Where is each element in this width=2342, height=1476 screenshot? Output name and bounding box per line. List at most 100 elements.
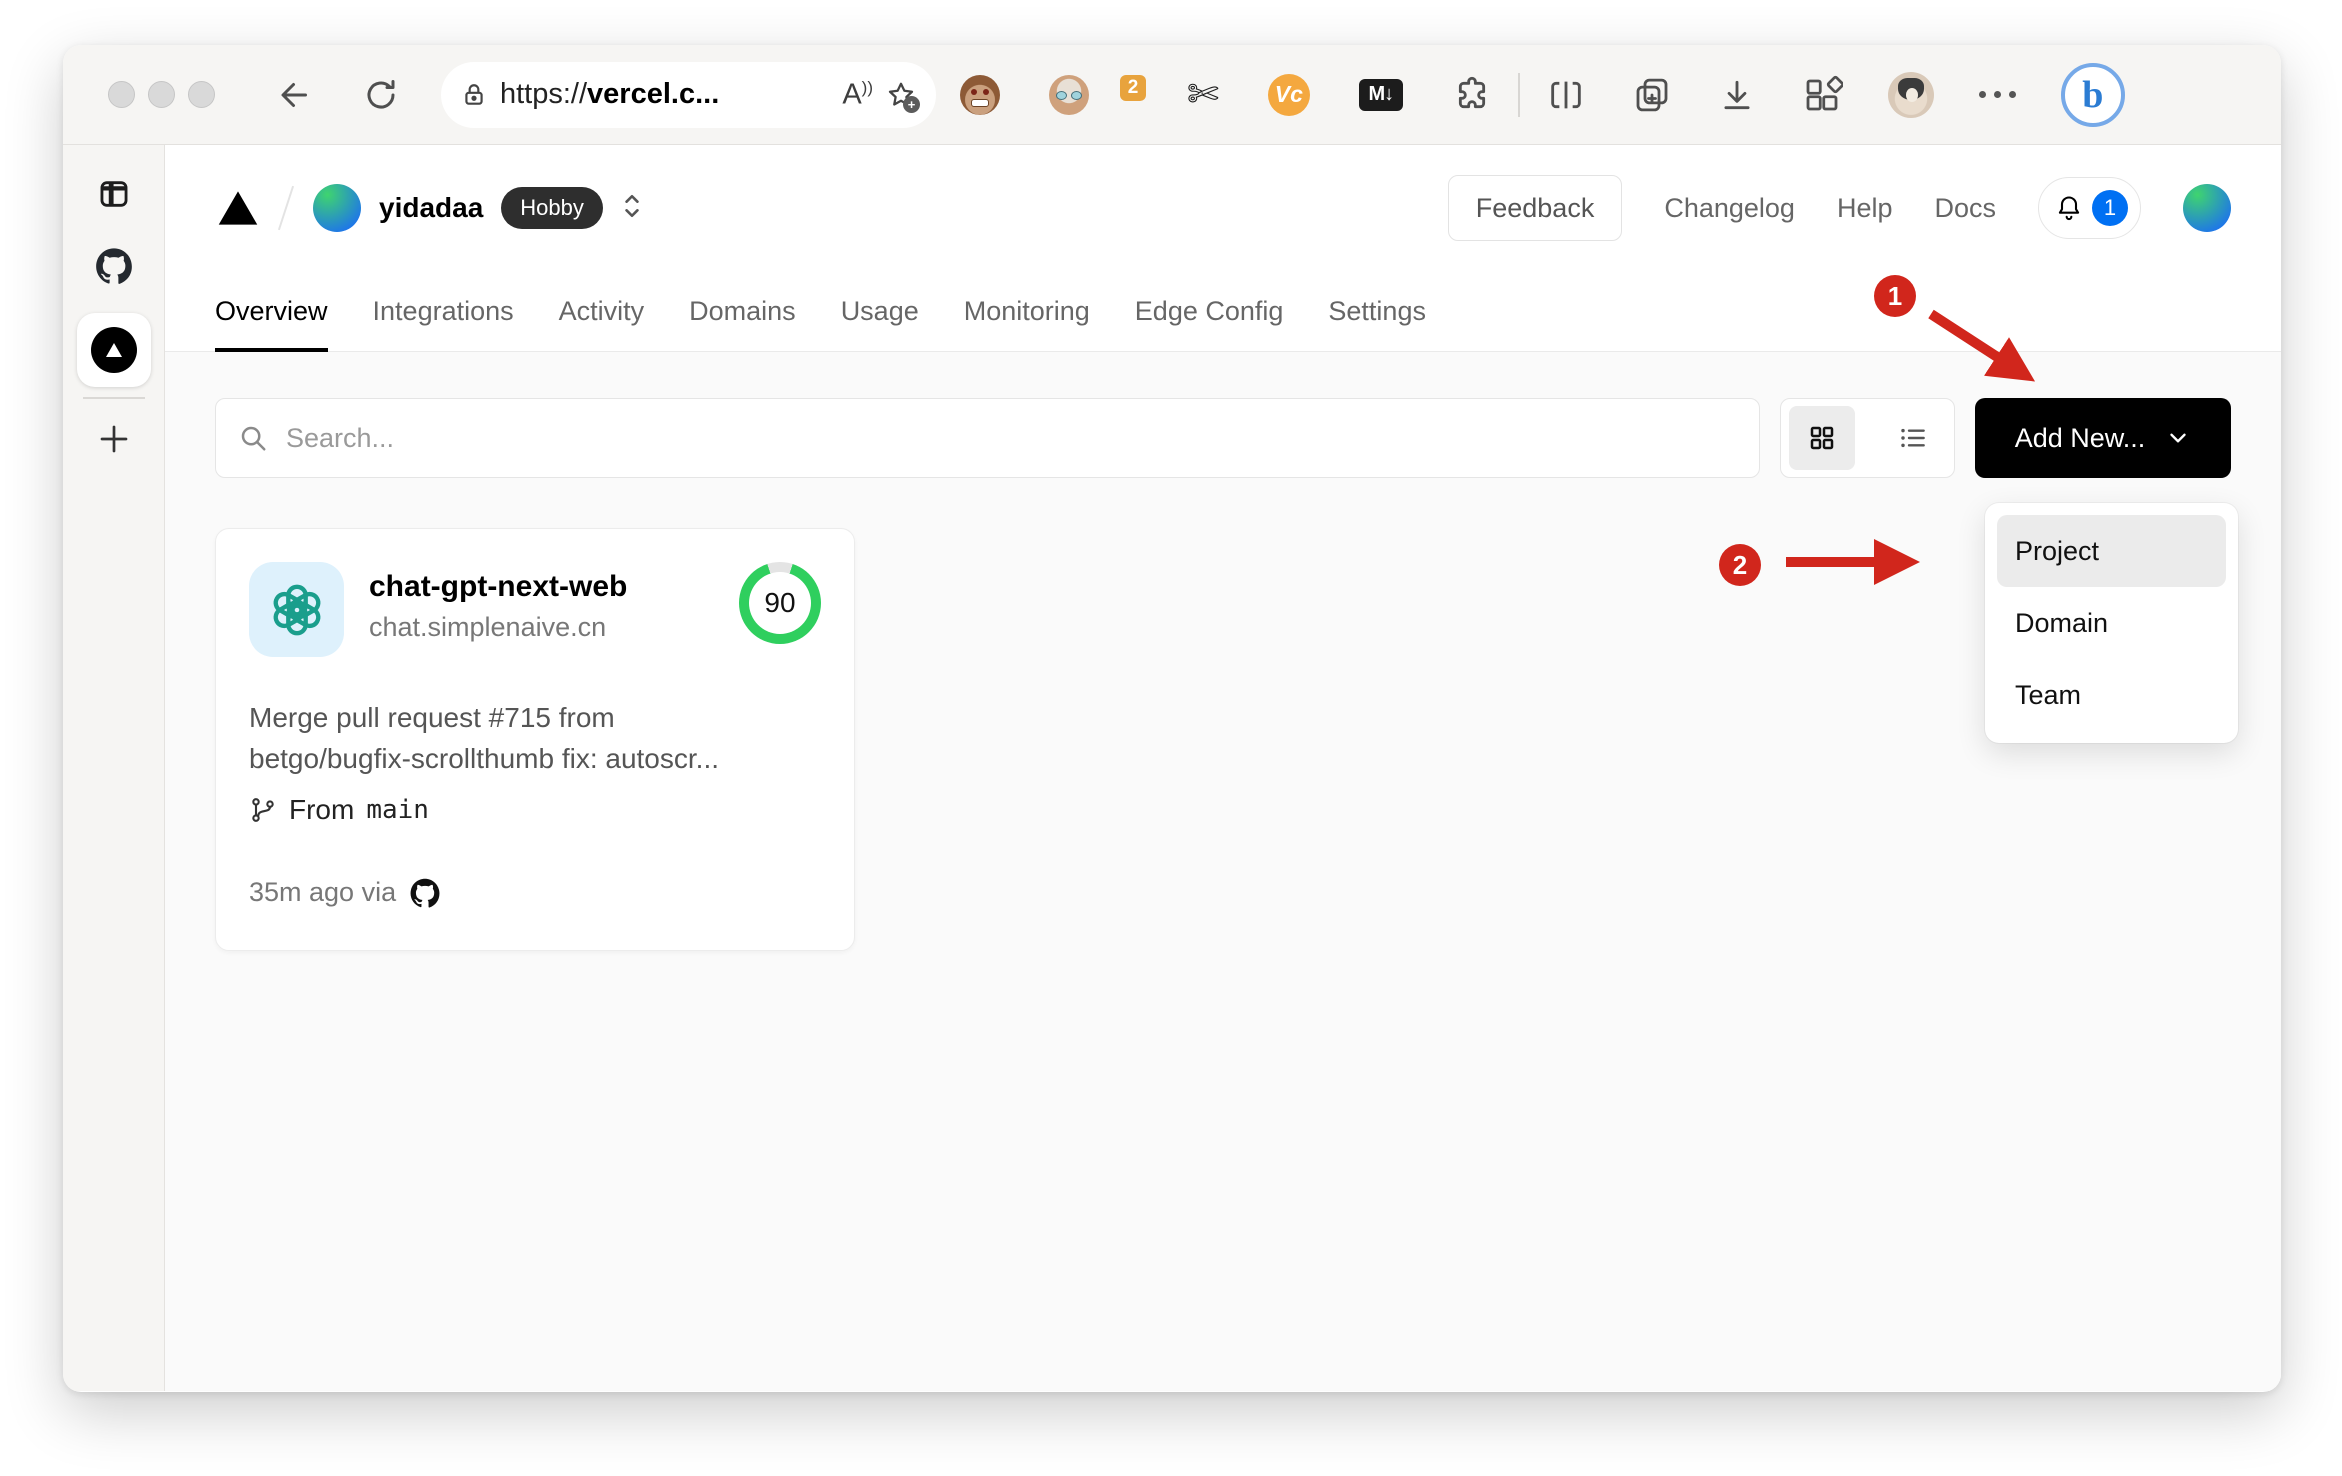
split-screen-button[interactable] [1546, 75, 1586, 115]
tampermonkey-extension-icon[interactable] [960, 74, 1000, 115]
github-icon [95, 248, 132, 284]
plus-icon [100, 425, 127, 453]
user-avatar[interactable] [2183, 184, 2231, 232]
tab-overview[interactable]: Overview [215, 271, 328, 352]
annotation-step-1: 1 [1874, 275, 1916, 317]
tab-activity[interactable]: Activity [559, 271, 645, 351]
feedback-button[interactable]: Feedback [1447, 175, 1623, 241]
sidebar-toggle-button[interactable] [97, 177, 131, 211]
collections-icon [1636, 78, 1668, 111]
team-switcher-button[interactable] [619, 190, 645, 227]
dropdown-item-team[interactable]: Team [1997, 659, 2226, 731]
list-view-icon [1901, 428, 1925, 448]
project-domain[interactable]: chat.simplenaive.cn [369, 612, 627, 643]
grid-view-icon [1810, 426, 1834, 450]
back-button[interactable] [277, 77, 313, 113]
project-name[interactable]: chat-gpt-next-web [369, 570, 627, 604]
notification-count-badge: 1 [2092, 190, 2128, 226]
toolbar-divider [1517, 72, 1520, 117]
team-name[interactable]: yidadaa [379, 192, 483, 224]
project-card[interactable]: chat-gpt-next-web chat.simplenaive.cn 90… [215, 528, 855, 951]
url-text: https://vercel.c... [500, 78, 720, 110]
tab-settings[interactable]: Settings [1328, 271, 1426, 351]
apps-button[interactable] [1801, 74, 1843, 116]
dashboard-tabs: Overview Integrations Activity Domains U… [165, 271, 2281, 352]
openai-logo-icon [273, 584, 320, 635]
dashboard-header: yidadaa Hobby Feedback Changelog Help Do… [165, 145, 2281, 352]
team-avatar[interactable] [313, 184, 361, 232]
add-new-button[interactable]: Add New... [1975, 398, 2231, 478]
tab-domains[interactable]: Domains [689, 271, 796, 351]
deployed-text: 35m ago via [249, 877, 397, 908]
branch-name: main [366, 794, 429, 825]
notifications-button[interactable]: 1 [2038, 177, 2141, 239]
chevron-down-icon [2170, 433, 2186, 443]
bell-icon [2058, 196, 2080, 221]
branch-row: From main [249, 794, 821, 826]
git-branch-icon [252, 797, 274, 822]
tab-github[interactable] [93, 245, 135, 287]
list-view-button[interactable] [1880, 406, 1946, 470]
breadcrumb-slash [277, 185, 295, 231]
annotation-step-2: 2 [1719, 544, 1761, 586]
help-link[interactable]: Help [1837, 193, 1893, 224]
add-new-dropdown: Project Domain Team [1985, 503, 2238, 743]
download-icon [1724, 80, 1750, 109]
split-screen-icon [1551, 81, 1581, 108]
docs-link[interactable]: Docs [1934, 193, 1996, 224]
project-logo [249, 562, 344, 657]
vercel-triangle-icon [105, 343, 122, 357]
dropdown-item-domain[interactable]: Domain [1997, 587, 2226, 659]
commit-message: Merge pull request #715 from betgo/bugfi… [249, 702, 719, 775]
translator-extension-icon[interactable] [1049, 74, 1089, 115]
dashboard-body: Add New... [165, 352, 2281, 1391]
clipper-extension-icon[interactable]: ✄ [1187, 75, 1219, 115]
close-window-button[interactable] [108, 81, 135, 108]
vertical-tabs-sidebar [63, 145, 165, 1391]
reload-button[interactable] [363, 77, 399, 113]
extensions-menu-button[interactable] [1452, 75, 1492, 115]
changelog-link[interactable]: Changelog [1664, 193, 1795, 224]
downloads-button[interactable] [1718, 76, 1756, 114]
zoom-window-button[interactable] [188, 81, 215, 108]
browser-actions-row: b [1546, 62, 2125, 127]
dropdown-item-project[interactable]: Project [1997, 515, 2226, 587]
grid-view-button[interactable] [1789, 406, 1855, 470]
search-input[interactable] [286, 422, 1737, 454]
add-favorite-button[interactable]: + [886, 80, 920, 113]
view-toggle [1780, 398, 1955, 478]
lock-icon [465, 83, 483, 105]
extensions-row: 2 ✄ Vc M↓ [960, 73, 1492, 116]
sidebar-divider [82, 397, 145, 399]
minimize-window-button[interactable] [148, 81, 175, 108]
tab-integrations[interactable]: Integrations [373, 271, 514, 351]
back-arrow-icon [281, 82, 307, 107]
address-bar[interactable]: https://vercel.c... A)) + [441, 61, 936, 128]
vc-extension-icon[interactable]: Vc [1267, 73, 1310, 116]
collections-button[interactable] [1631, 74, 1673, 116]
tab-usage[interactable]: Usage [841, 271, 919, 351]
search-icon [241, 426, 266, 451]
lighthouse-score-ring: 90 [739, 562, 821, 644]
vercel-page: yidadaa Hobby Feedback Changelog Help Do… [165, 145, 2281, 1391]
add-new-label: Add New... [2014, 422, 2146, 453]
score-value: 90 [749, 572, 811, 634]
traffic-lights[interactable] [108, 81, 215, 108]
github-icon [410, 878, 440, 908]
reader-mode-icon[interactable]: A)) [842, 78, 873, 112]
tab-monitoring[interactable]: Monitoring [964, 271, 1090, 351]
new-tab-button[interactable] [96, 421, 132, 457]
markdown-extension-icon[interactable]: M↓ [1358, 78, 1403, 111]
vercel-logo-icon[interactable] [215, 187, 261, 229]
project-search[interactable] [215, 398, 1760, 478]
browser-window: https://vercel.c... A)) + 2 ✄ Vc M↓ b yi… [63, 45, 2281, 1392]
bing-chat-button[interactable]: b [2060, 62, 2125, 127]
branch-label: From [289, 793, 355, 825]
tab-vercel-active[interactable] [76, 313, 151, 387]
browser-profile-avatar[interactable] [1887, 71, 1934, 118]
extension-count-badge: 2 [1120, 74, 1146, 101]
tab-edge-config[interactable]: Edge Config [1135, 271, 1284, 351]
plan-badge: Hobby [501, 187, 603, 229]
sidebar-panel-icon [100, 181, 127, 207]
more-menu-button[interactable] [1978, 91, 2016, 98]
